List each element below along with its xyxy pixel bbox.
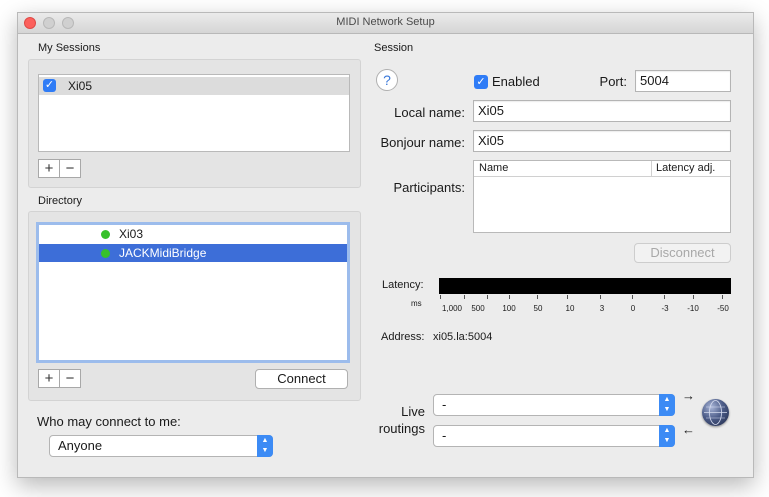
session-name: Xi05 [68, 79, 93, 93]
bonjour-name-field[interactable]: Xi05 [473, 130, 731, 152]
sessions-list: ✓ Xi05 [38, 74, 350, 152]
arrow-left-icon: ← [682, 422, 695, 437]
popup-arrows-icon: ▲ ▼ [659, 425, 675, 447]
directory-item-label: JACKMidiBridge [119, 246, 207, 260]
network-globe-icon [702, 399, 729, 426]
participants-label: Participants: [393, 180, 465, 195]
latency-tick-label: -10 [687, 304, 699, 313]
latency-tick-label: 10 [565, 304, 575, 313]
arrow-right-icon: → [682, 388, 695, 403]
local-name-field[interactable]: Xi05 [473, 100, 731, 122]
online-status-icon [101, 230, 110, 239]
latency-tick-label: 0 [630, 304, 636, 313]
port-field[interactable]: 5004 [635, 70, 731, 92]
add-session-button[interactable]: + [39, 160, 59, 177]
directory-item-xi03[interactable]: Xi03 [39, 225, 347, 243]
window-title: MIDI Network Setup [336, 16, 435, 28]
popup-arrows-icon: ▲ ▼ [257, 435, 273, 457]
sessions-add-remove: + − [38, 159, 81, 178]
who-may-connect-label: Who may connect to me: [37, 414, 181, 429]
routing-out-value: - [442, 428, 447, 443]
latency-unit-label: ms [411, 299, 422, 308]
participants-table[interactable]: Name Latency adj. [473, 160, 731, 233]
routing-in-value: - [442, 397, 447, 412]
latency-label: Latency: [382, 279, 424, 291]
latency-tick-label: 500 [471, 304, 485, 313]
local-name-label: Local name: [394, 105, 465, 120]
latency-tickmarks [439, 295, 731, 300]
add-directory-button[interactable]: + [39, 370, 59, 387]
disconnect-button[interactable]: Disconnect [634, 243, 731, 263]
remove-session-button[interactable]: − [59, 160, 80, 177]
bonjour-name-label: Bonjour name: [380, 135, 465, 150]
who-may-connect-value: Anyone [58, 438, 103, 453]
title-bar: MIDI Network Setup [18, 13, 753, 34]
directory-list: Xi03 JACKMidiBridge [36, 222, 350, 363]
directory-group: Xi03 JACKMidiBridge + − Connect [28, 211, 361, 401]
help-button[interactable]: ? [376, 69, 398, 91]
latency-scale: 1,000 500 100 50 10 3 0 -3 -10 -50 [439, 304, 731, 316]
column-divider [651, 161, 652, 176]
live-routings-label-line2: routings [378, 421, 425, 436]
directory-item-label: Xi03 [119, 227, 144, 241]
directory-label: Directory [38, 195, 83, 207]
connect-button[interactable]: Connect [255, 369, 348, 389]
directory-item-jackmidibridge[interactable]: JACKMidiBridge [39, 244, 347, 262]
remove-directory-button[interactable]: − [59, 370, 80, 387]
latency-tick-label: 100 [502, 304, 516, 313]
enabled-checkbox[interactable]: ✓ [474, 75, 488, 89]
latency-tick-label: 50 [533, 304, 543, 313]
latency-tick-label: 3 [599, 304, 605, 313]
session-label: Session [374, 42, 414, 54]
routing-in-popup[interactable]: - ▲ ▼ [433, 394, 675, 416]
routing-out-popup[interactable]: - ▲ ▼ [433, 425, 675, 447]
popup-arrows-icon: ▲ ▼ [659, 394, 675, 416]
midi-network-setup-window: MIDI Network Setup My Sessions ✓ Xi05 + … [17, 12, 754, 478]
column-header-name[interactable]: Name [479, 161, 508, 176]
my-sessions-label: My Sessions [38, 42, 101, 54]
session-enabled-checkbox[interactable]: ✓ [43, 79, 56, 92]
online-status-icon [101, 249, 110, 258]
session-row-xi05[interactable]: ✓ Xi05 [39, 77, 349, 95]
latency-tick-label: 1,000 [441, 304, 463, 313]
who-may-connect-popup[interactable]: Anyone ▲ ▼ [49, 435, 273, 457]
latency-tick-label: -3 [661, 304, 669, 313]
latency-tick-label: -50 [717, 304, 729, 313]
latency-meter [439, 278, 731, 294]
enabled-label: Enabled [492, 74, 540, 89]
port-label: Port: [599, 74, 627, 89]
my-sessions-group: ✓ Xi05 + − [28, 59, 361, 188]
column-header-latency[interactable]: Latency adj. [656, 161, 715, 176]
address-label: Address: [381, 331, 425, 343]
directory-add-remove: + − [38, 369, 81, 388]
live-routings-label-line1: Live [401, 404, 425, 419]
address-value: xi05.la:5004 [433, 331, 493, 343]
participants-header: Name Latency adj. [474, 161, 730, 177]
